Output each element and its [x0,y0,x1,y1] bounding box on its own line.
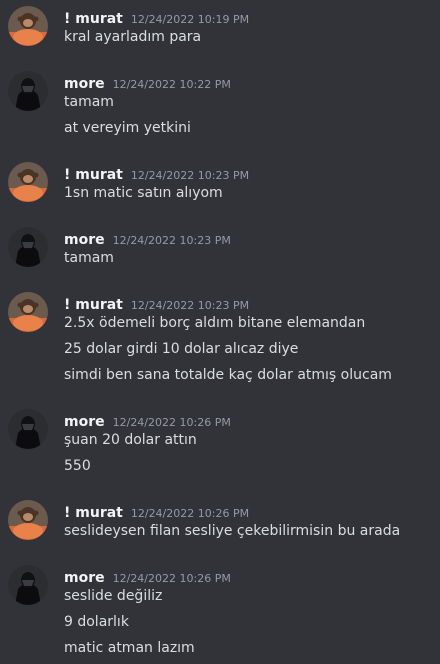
monkey-avatar-icon[interactable] [8,162,48,202]
monkey-avatar-icon[interactable] [8,6,48,46]
timestamp: 12/24/2022 10:26 PM [112,416,231,429]
darth-vader-avatar-icon[interactable] [8,409,48,449]
username[interactable]: ! murat [64,505,123,521]
chat-log: ! murat 12/24/2022 10:19 PM kral ayarladı… [0,0,440,664]
message-line: seslideysen filan sesliye çekebilirmisin… [64,523,401,539]
message-line: 9 dolarlık [64,614,129,630]
darth-vader-avatar-icon[interactable] [8,565,48,605]
username[interactable]: ! murat [64,167,123,183]
darth-vader-avatar-icon[interactable] [8,227,48,267]
timestamp: 12/24/2022 10:26 PM [112,572,231,585]
timestamp: 12/24/2022 10:26 PM [130,507,250,520]
timestamp: 12/24/2022 10:19 PM [130,13,250,26]
username[interactable]: ! murat [64,297,123,313]
message-line: kral ayarladım para [64,29,202,45]
username[interactable]: more [64,570,105,586]
message-line: seslide değiliz [64,588,163,604]
username[interactable]: ! murat [64,11,123,27]
message-line: 2.5x ödemeli borç aldım bitane elemandan [64,315,366,331]
timestamp: 12/24/2022 10:23 PM [112,234,231,247]
message-line: şuan 20 dolar attın [64,432,197,448]
message-line: at vereyim yetkini [64,120,191,136]
timestamp: 12/24/2022 10:23 PM [130,299,250,312]
message-line: matic atman lazım [64,640,195,656]
message-line: 1sn matic satın alıyom [64,185,223,201]
darth-vader-avatar-icon[interactable] [8,71,48,111]
username[interactable]: more [64,76,105,92]
username[interactable]: more [64,414,105,430]
message-line: tamam [64,250,114,266]
message-line: 25 dolar girdi 10 dolar alıcaz diye [64,341,299,357]
message-line: tamam [64,94,114,110]
monkey-avatar-icon[interactable] [8,500,48,540]
monkey-avatar-icon[interactable] [8,292,48,332]
timestamp: 12/24/2022 10:22 PM [112,78,231,91]
timestamp: 12/24/2022 10:23 PM [130,169,250,182]
username[interactable]: more [64,232,105,248]
message-line: simdi ben sana totalde kaç dolar atmış o… [64,367,392,383]
message-line: 550 [64,458,91,474]
